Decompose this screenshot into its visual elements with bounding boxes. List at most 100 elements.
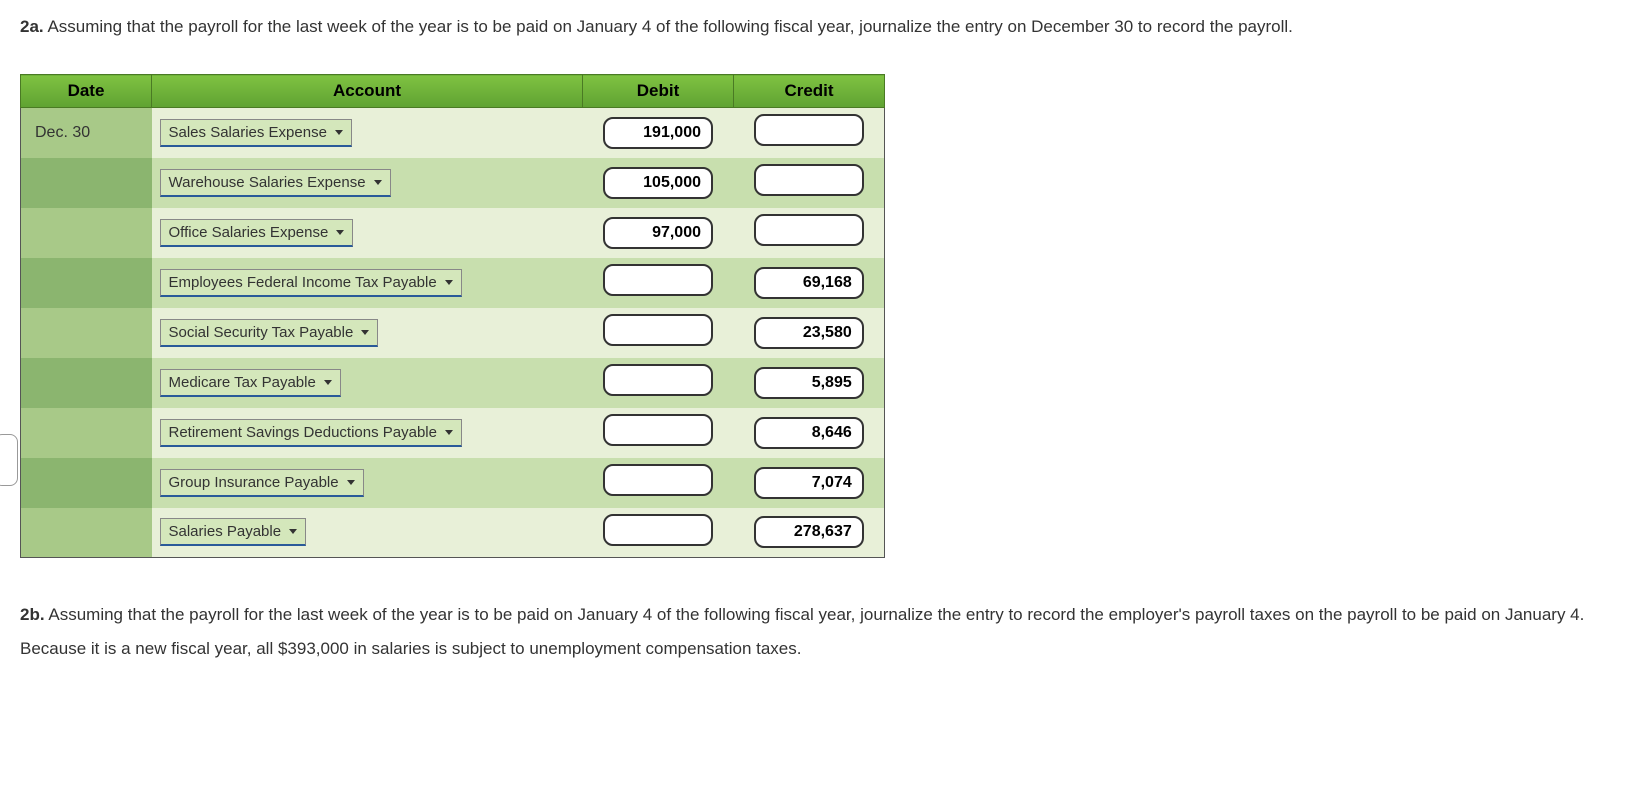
credit-input[interactable] — [754, 114, 864, 146]
table-row: Group Insurance Payable 7,074 — [21, 458, 885, 508]
credit-cell — [734, 108, 885, 158]
credit-cell: 7,074 — [734, 458, 885, 508]
chevron-down-icon — [374, 180, 382, 185]
credit-cell: 278,637 — [734, 508, 885, 558]
debit-input[interactable]: 191,000 — [603, 117, 713, 149]
previous-page-button[interactable] — [0, 434, 18, 486]
debit-input[interactable] — [603, 364, 713, 396]
question-2a-label: 2a. — [20, 17, 44, 36]
account-select-label: Employees Federal Income Tax Payable — [169, 274, 437, 291]
col-credit-header: Credit — [734, 75, 885, 108]
date-cell-empty — [21, 258, 152, 308]
chevron-down-icon — [335, 130, 343, 135]
debit-input[interactable] — [603, 514, 713, 546]
chevron-down-icon — [361, 330, 369, 335]
account-select[interactable]: Group Insurance Payable — [160, 469, 364, 497]
credit-cell — [734, 158, 885, 208]
credit-input[interactable]: 69,168 — [754, 267, 864, 299]
date-cell-empty — [21, 458, 152, 508]
credit-cell: 8,646 — [734, 408, 885, 458]
account-cell: Salaries Payable — [152, 508, 583, 558]
credit-cell — [734, 208, 885, 258]
debit-cell: 97,000 — [583, 208, 734, 258]
question-2b-text: 2b. Assuming that the payroll for the la… — [20, 598, 1616, 666]
table-row: Salaries Payable 278,637 — [21, 508, 885, 558]
table-row: Social Security Tax Payable 23,580 — [21, 308, 885, 358]
account-select-label: Medicare Tax Payable — [169, 374, 316, 391]
debit-input[interactable]: 105,000 — [603, 167, 713, 199]
debit-cell — [583, 308, 734, 358]
credit-input[interactable]: 23,580 — [754, 317, 864, 349]
account-select[interactable]: Employees Federal Income Tax Payable — [160, 269, 462, 297]
chevron-down-icon — [445, 280, 453, 285]
credit-input[interactable] — [754, 214, 864, 246]
col-debit-header: Debit — [583, 75, 734, 108]
account-select-label: Warehouse Salaries Expense — [169, 174, 366, 191]
chevron-down-icon — [324, 380, 332, 385]
debit-input[interactable]: 97,000 — [603, 217, 713, 249]
journal-entry-table: Date Account Debit Credit Dec. 30 Sales S… — [20, 74, 885, 558]
date-cell-empty — [21, 308, 152, 358]
debit-cell — [583, 358, 734, 408]
table-row: Warehouse Salaries Expense 105,000 — [21, 158, 885, 208]
account-cell: Social Security Tax Payable — [152, 308, 583, 358]
table-row: Medicare Tax Payable 5,895 — [21, 358, 885, 408]
table-row: Employees Federal Income Tax Payable 69,1… — [21, 258, 885, 308]
credit-cell: 69,168 — [734, 258, 885, 308]
account-select[interactable]: Office Salaries Expense — [160, 219, 354, 247]
account-cell: Retirement Savings Deductions Payable — [152, 408, 583, 458]
chevron-down-icon — [347, 480, 355, 485]
date-cell-empty — [21, 158, 152, 208]
account-select[interactable]: Warehouse Salaries Expense — [160, 169, 391, 197]
debit-input[interactable] — [603, 264, 713, 296]
credit-input[interactable] — [754, 164, 864, 196]
debit-input[interactable] — [603, 464, 713, 496]
credit-input[interactable]: 8,646 — [754, 417, 864, 449]
credit-input[interactable]: 7,074 — [754, 467, 864, 499]
debit-input[interactable] — [603, 314, 713, 346]
account-select-label: Retirement Savings Deductions Payable — [169, 424, 437, 441]
account-cell: Office Salaries Expense — [152, 208, 583, 258]
date-cell-empty — [21, 508, 152, 558]
account-select[interactable]: Sales Salaries Expense — [160, 119, 352, 147]
account-select[interactable]: Social Security Tax Payable — [160, 319, 379, 347]
account-select[interactable]: Medicare Tax Payable — [160, 369, 341, 397]
question-2b-label: 2b. — [20, 605, 45, 624]
credit-cell: 23,580 — [734, 308, 885, 358]
date-cell-empty — [21, 208, 152, 258]
date-cell-empty — [21, 408, 152, 458]
account-cell: Employees Federal Income Tax Payable — [152, 258, 583, 308]
debit-cell: 105,000 — [583, 158, 734, 208]
chevron-down-icon — [336, 230, 344, 235]
chevron-down-icon — [289, 529, 297, 534]
table-row: Dec. 30 Sales Salaries Expense 191,000 — [21, 108, 885, 158]
date-cell-empty — [21, 358, 152, 408]
col-account-header: Account — [152, 75, 583, 108]
account-cell: Sales Salaries Expense — [152, 108, 583, 158]
col-date-header: Date — [21, 75, 152, 108]
account-select-label: Office Salaries Expense — [169, 224, 329, 241]
debit-cell — [583, 458, 734, 508]
account-select-label: Sales Salaries Expense — [169, 124, 327, 141]
account-select-label: Group Insurance Payable — [169, 474, 339, 491]
question-2a-body: Assuming that the payroll for the last w… — [47, 17, 1292, 36]
account-cell: Medicare Tax Payable — [152, 358, 583, 408]
account-cell: Group Insurance Payable — [152, 458, 583, 508]
credit-cell: 5,895 — [734, 358, 885, 408]
debit-cell: 191,000 — [583, 108, 734, 158]
question-2b-body: Assuming that the payroll for the last w… — [20, 605, 1584, 658]
account-select-label: Social Security Tax Payable — [169, 324, 354, 341]
account-select[interactable]: Retirement Savings Deductions Payable — [160, 419, 462, 447]
account-cell: Warehouse Salaries Expense — [152, 158, 583, 208]
table-row: Office Salaries Expense 97,000 — [21, 208, 885, 258]
account-select[interactable]: Salaries Payable — [160, 518, 307, 546]
account-select-label: Salaries Payable — [169, 523, 282, 540]
debit-cell — [583, 258, 734, 308]
debit-cell — [583, 408, 734, 458]
debit-cell — [583, 508, 734, 558]
credit-input[interactable]: 278,637 — [754, 516, 864, 548]
credit-input[interactable]: 5,895 — [754, 367, 864, 399]
table-row: Retirement Savings Deductions Payable 8,6… — [21, 408, 885, 458]
date-cell: Dec. 30 — [21, 108, 152, 158]
debit-input[interactable] — [603, 414, 713, 446]
